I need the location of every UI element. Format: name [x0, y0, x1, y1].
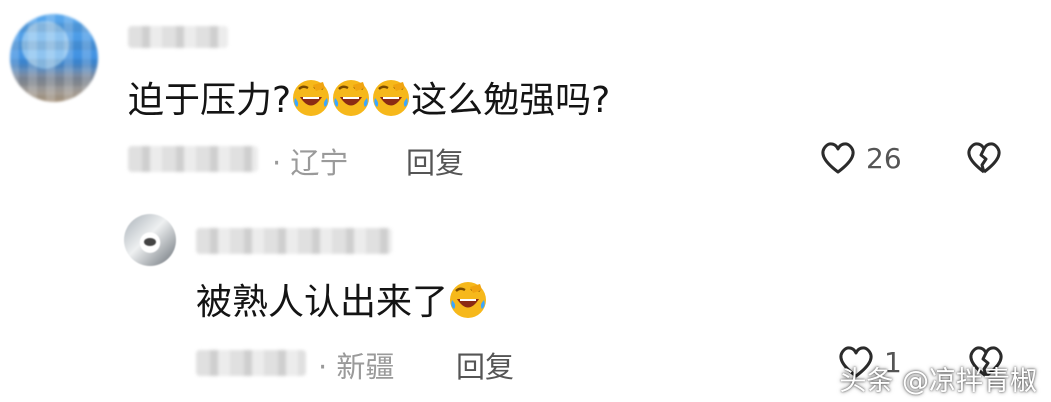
- timestamp-blurred: [128, 146, 258, 172]
- laugh-cry-emoji-icon: [371, 78, 411, 118]
- dislike-broken-heart-icon[interactable]: [964, 138, 1004, 178]
- comment-text-part: 被熟人认出来了: [196, 282, 449, 323]
- watermark-text: 头条 @凉拌青椒: [839, 366, 1037, 397]
- commenter-avatar[interactable]: [10, 14, 98, 102]
- reply-comment-text: 被熟人认出来了: [196, 280, 488, 325]
- reply-button[interactable]: 回复: [406, 140, 464, 182]
- laugh-cry-emoji-icon: [448, 280, 488, 320]
- comment-text-part: 迫于压力?: [128, 80, 292, 121]
- laugh-cry-emoji-icon: [291, 78, 331, 118]
- like-heart-icon[interactable]: [818, 138, 858, 178]
- reply-timestamp-blurred: [196, 350, 306, 376]
- comment-text: 迫于压力? 这么勉强吗?: [128, 78, 610, 123]
- reply-commenter-name-blurred[interactable]: [196, 228, 392, 254]
- reply-button[interactable]: 回复: [456, 344, 514, 386]
- laugh-cry-emoji-icon: [331, 78, 371, 118]
- reply-commenter-avatar[interactable]: [124, 214, 176, 266]
- comment-text-part: 这么勉强吗?: [411, 80, 611, 121]
- comment-location: · 辽宁: [272, 146, 349, 180]
- commenter-name-blurred[interactable]: [128, 26, 228, 48]
- like-count: 26: [866, 142, 902, 175]
- reply-comment-location: · 新疆: [318, 350, 395, 384]
